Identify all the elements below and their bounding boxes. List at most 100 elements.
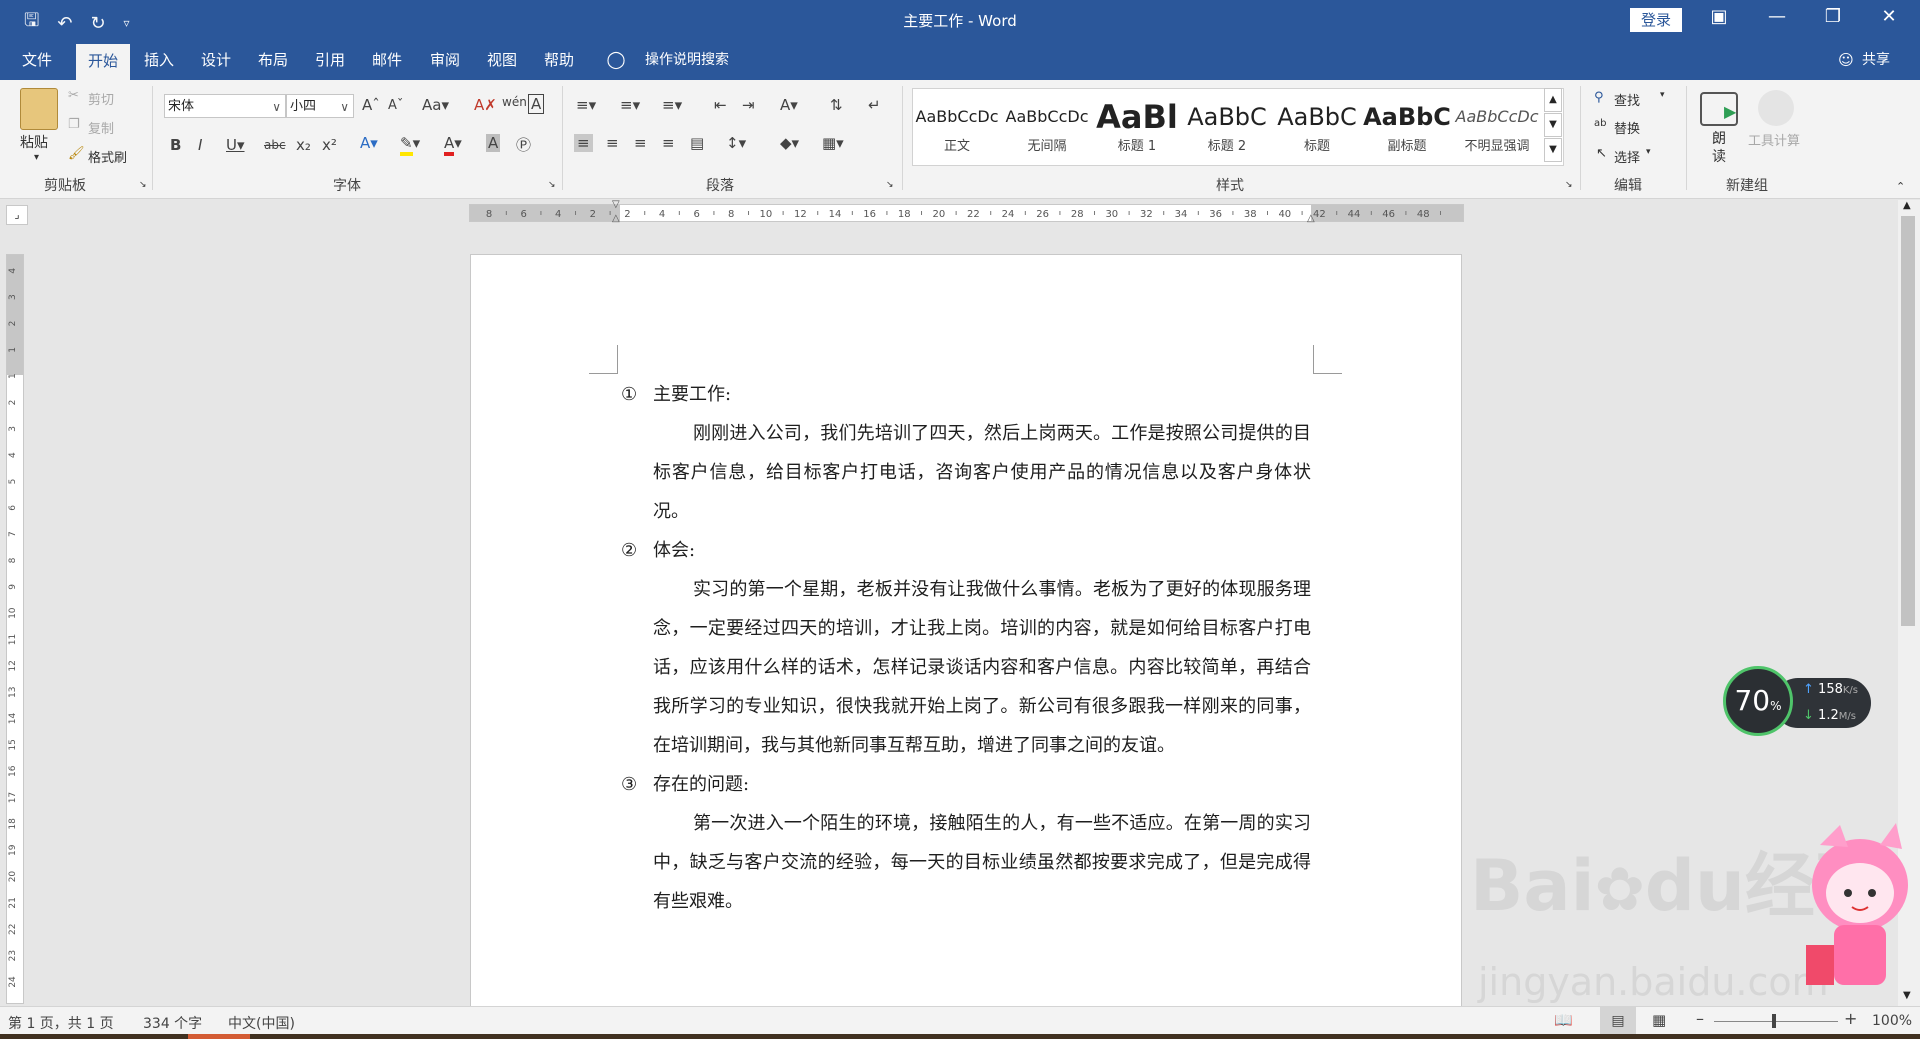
tab-insert[interactable]: 插入: [136, 40, 182, 80]
copy-button[interactable]: 复制: [88, 118, 114, 137]
minimize-icon[interactable]: —: [1754, 6, 1800, 27]
read-mode-icon[interactable]: 📖: [1554, 1011, 1573, 1029]
style-no-spacing[interactable]: AaBbCcDc 无间隔: [1003, 89, 1091, 163]
superscript-icon[interactable]: x²: [322, 136, 337, 154]
right-indent-icon[interactable]: △: [1307, 213, 1315, 224]
font-name-combo[interactable]: 宋体 ∨: [164, 94, 286, 118]
tab-references[interactable]: 引用: [307, 40, 353, 80]
style-title[interactable]: AaBbC 标题: [1273, 89, 1361, 163]
copy-icon[interactable]: ❐: [68, 117, 80, 132]
web-layout-icon[interactable]: ▦: [1652, 1011, 1666, 1029]
document-body[interactable]: ① 主要工作: 刚刚进入公司，我们先培训了四天，然后上岗两天。工作是按照公司提供的…: [621, 375, 1311, 921]
zoom-slider-track[interactable]: [1714, 1021, 1838, 1022]
collapse-ribbon-icon[interactable]: ⌃: [1896, 180, 1905, 193]
phonetic-guide-icon[interactable]: wén: [502, 95, 527, 109]
align-center-icon[interactable]: ≡: [606, 134, 619, 152]
read-aloud-icon[interactable]: ▶: [1700, 92, 1738, 126]
find-button[interactable]: 查找: [1614, 90, 1640, 109]
replace-icon[interactable]: ab: [1594, 118, 1606, 129]
login-button[interactable]: 登录: [1630, 8, 1682, 32]
paste-icon[interactable]: [20, 88, 58, 130]
select-dropdown-icon[interactable]: ▾: [1646, 147, 1651, 157]
paste-dropdown-icon[interactable]: ▾: [34, 152, 39, 163]
multilevel-list-icon[interactable]: ≡▾: [662, 96, 682, 114]
borders-icon[interactable]: ▦▾: [822, 134, 844, 152]
character-shading-icon[interactable]: A: [486, 134, 501, 152]
grow-font-icon[interactable]: Aˆ: [362, 96, 380, 114]
styles-more-icon[interactable]: ▼: [1544, 138, 1562, 162]
vertical-ruler[interactable]: 4 3 2 1 1 2 3 4 5 6 7 8 9 10 11 12 13 14 15 16 17 18 19 20 21 22 2…: [6, 254, 24, 1004]
replace-button[interactable]: 替换: [1614, 118, 1640, 137]
clipboard-launcher-icon[interactable]: ↘: [139, 180, 147, 190]
styles-scroll-up-icon[interactable]: ▲: [1544, 88, 1562, 112]
zoom-out-icon[interactable]: –: [1696, 1009, 1704, 1028]
select-icon[interactable]: ↖: [1596, 146, 1607, 161]
underline-icon[interactable]: U▾: [226, 136, 245, 154]
network-speed-widget[interactable]: 70% ↑ 158K/s ↓ 1.2M/s: [1723, 666, 1871, 740]
tab-mailings[interactable]: 邮件: [364, 40, 410, 80]
tab-selector-icon[interactable]: ⌟: [6, 205, 28, 225]
style-heading-2[interactable]: AaBbC 标题 2: [1183, 89, 1271, 163]
share-button[interactable]: 共享: [1858, 40, 1894, 80]
styles-launcher-icon[interactable]: ↘: [1565, 180, 1573, 190]
find-icon[interactable]: ⚲: [1594, 90, 1604, 105]
align-right-icon[interactable]: ≡: [634, 134, 647, 152]
font-color-icon[interactable]: A▾: [444, 134, 462, 156]
cut-icon[interactable]: ✂: [68, 88, 79, 103]
zoom-in-icon[interactable]: +: [1844, 1009, 1857, 1028]
tab-help[interactable]: 帮助: [536, 40, 582, 80]
show-marks-icon[interactable]: ↵: [868, 96, 881, 114]
format-painter-button[interactable]: 格式刷: [88, 147, 127, 166]
document-page[interactable]: ① 主要工作: 刚刚进入公司，我们先培训了四天，然后上岗两天。工作是按照公司提供的…: [470, 254, 1462, 1012]
clear-formatting-icon[interactable]: A✗: [474, 96, 497, 114]
chinese-layout-icon[interactable]: A▾: [780, 96, 798, 114]
tool-calc-button[interactable]: 工具计算: [1748, 130, 1800, 149]
tab-review[interactable]: 审阅: [422, 40, 468, 80]
horizontal-ruler[interactable]: 8 6 4 2 2 4 6 8 10 12 14 16 18 20 22 24 26 28 30 32 34 36 38 40…: [469, 199, 1464, 224]
decrease-indent-icon[interactable]: ⇤: [714, 96, 727, 114]
sort-icon[interactable]: ⇅: [830, 96, 843, 114]
read-aloud-button[interactable]: 朗读: [1712, 130, 1726, 166]
bullets-icon[interactable]: ≡▾: [576, 96, 596, 114]
hanging-indent-icon[interactable]: △: [612, 213, 620, 224]
bold-icon[interactable]: B: [170, 136, 181, 154]
restore-icon[interactable]: ❐: [1810, 6, 1856, 27]
format-painter-icon[interactable]: 🖌: [68, 146, 85, 161]
change-case-icon[interactable]: Aa▾: [422, 96, 449, 114]
text-effects-icon[interactable]: A▾: [360, 134, 378, 152]
calculator-tool-icon[interactable]: [1758, 90, 1794, 126]
page-count[interactable]: 第 1 页，共 1 页: [8, 1013, 114, 1033]
align-left-icon[interactable]: ≡: [574, 134, 593, 152]
shading-icon[interactable]: ◆▾: [780, 134, 799, 152]
tab-home[interactable]: 开始: [76, 44, 130, 80]
ribbon-display-icon[interactable]: ▣: [1696, 6, 1742, 27]
strikethrough-icon[interactable]: abc: [264, 138, 286, 152]
first-line-indent-icon[interactable]: ▽: [612, 199, 620, 210]
distributed-icon[interactable]: ▤: [690, 134, 704, 152]
print-layout-icon[interactable]: ▤: [1600, 1007, 1636, 1035]
tab-layout[interactable]: 布局: [250, 40, 296, 80]
zoom-level[interactable]: 100%: [1872, 1013, 1912, 1029]
zoom-slider-thumb[interactable]: [1772, 1014, 1776, 1028]
style-normal[interactable]: AaBbCcDc 正文: [913, 89, 1001, 163]
font-size-combo[interactable]: 小四 ∨: [286, 94, 354, 118]
font-launcher-icon[interactable]: ↘: [548, 180, 556, 190]
enclose-characters-icon[interactable]: Ⓟ: [516, 134, 531, 155]
style-subtitle[interactable]: AaBbC 副标题: [1363, 89, 1451, 163]
tab-file[interactable]: 文件: [14, 40, 60, 80]
word-count[interactable]: 334 个字: [143, 1013, 202, 1033]
numbering-icon[interactable]: ≡▾: [620, 96, 640, 114]
select-button[interactable]: 选择: [1614, 147, 1640, 166]
highlight-icon[interactable]: ✎▾: [400, 134, 420, 156]
shrink-font-icon[interactable]: Aˇ: [388, 98, 403, 113]
line-spacing-icon[interactable]: ↕▾: [726, 134, 746, 152]
increase-indent-icon[interactable]: ⇥: [742, 96, 755, 114]
language-indicator[interactable]: 中文(中国): [228, 1013, 295, 1033]
find-dropdown-icon[interactable]: ▾: [1660, 90, 1665, 100]
styles-scroll-down-icon[interactable]: ▼: [1544, 113, 1562, 137]
italic-icon[interactable]: I: [198, 136, 202, 154]
paragraph-launcher-icon[interactable]: ↘: [886, 180, 894, 190]
tab-design[interactable]: 设计: [193, 40, 239, 80]
tab-view[interactable]: 视图: [479, 40, 525, 80]
tell-me-search[interactable]: 操作说明搜索: [632, 40, 742, 80]
